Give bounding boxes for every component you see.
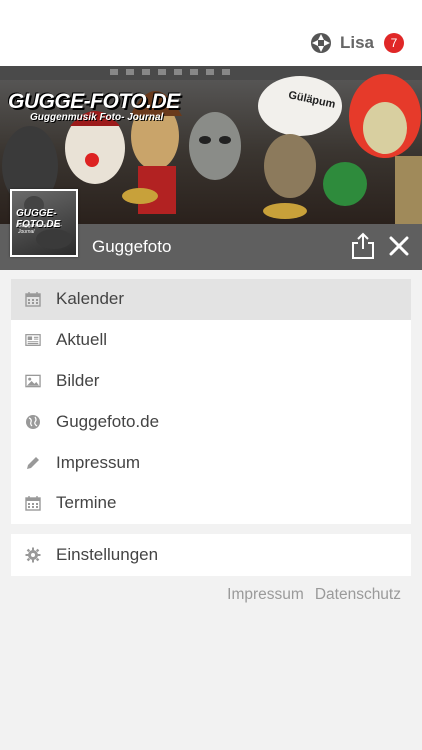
menu-item-aktuell[interactable]: Aktuell bbox=[11, 320, 411, 361]
avatar-logo-subtitle: Guggenmusik Foto- Journal bbox=[18, 223, 62, 235]
menu-item-termine[interactable]: Termine bbox=[11, 483, 411, 524]
footer-links: Impressum Datenschutz bbox=[216, 586, 401, 604]
navigation-menu: Kalender Aktuell Bilder Guggefoto.de Imp… bbox=[11, 279, 411, 524]
footer-link-datenschutz[interactable]: Datenschutz bbox=[315, 586, 401, 604]
calendar-icon bbox=[25, 495, 41, 512]
avatar-image: GUGGE-FOTO.DE Guggenmusik Foto- Journal bbox=[12, 191, 76, 255]
share-icon[interactable] bbox=[350, 232, 376, 260]
menu-item-label: Guggefoto.de bbox=[56, 411, 160, 431]
footer-link-impressum[interactable]: Impressum bbox=[227, 586, 304, 604]
menu-item-einstellungen[interactable]: Einstellungen bbox=[11, 534, 411, 576]
menu-item-label: Aktuell bbox=[56, 330, 108, 350]
menu-item-label: Bilder bbox=[56, 370, 100, 390]
calendar-icon bbox=[25, 291, 41, 308]
close-icon[interactable] bbox=[387, 234, 411, 258]
profile-avatar: GUGGE-FOTO.DE Guggenmusik Foto- Journal bbox=[10, 189, 78, 257]
menu-item-impressum[interactable]: Impressum bbox=[11, 442, 411, 483]
brand-logo-subtitle: Guggenmusik Foto- Journal bbox=[30, 112, 164, 123]
pencil-icon bbox=[25, 455, 41, 471]
menu-item-label: Impressum bbox=[56, 452, 141, 472]
menu-item-bilder[interactable]: Bilder bbox=[11, 361, 411, 402]
menu-item-label: Kalender bbox=[56, 289, 125, 309]
image-icon bbox=[25, 373, 41, 389]
user-name: Lisa bbox=[339, 33, 374, 52]
notification-badge: 7 bbox=[384, 33, 404, 53]
newspaper-icon bbox=[25, 332, 41, 348]
settings-label: Einstellungen bbox=[56, 545, 159, 564]
brand-logo-title: GUGGE-FOTO.DE bbox=[8, 90, 180, 113]
user-account[interactable]: Lisa 7 bbox=[310, 32, 404, 54]
globe-icon bbox=[25, 414, 41, 430]
menu-item-kalender[interactable]: Kalender bbox=[11, 279, 411, 320]
header-title: Guggefoto bbox=[92, 237, 172, 256]
top-bar: Lisa 7 bbox=[0, 0, 422, 66]
menu-item-guggefoto-de[interactable]: Guggefoto.de bbox=[11, 401, 411, 442]
app-logo-icon bbox=[310, 33, 331, 53]
menu-item-label: Termine bbox=[56, 493, 117, 513]
gear-icon bbox=[25, 547, 41, 563]
